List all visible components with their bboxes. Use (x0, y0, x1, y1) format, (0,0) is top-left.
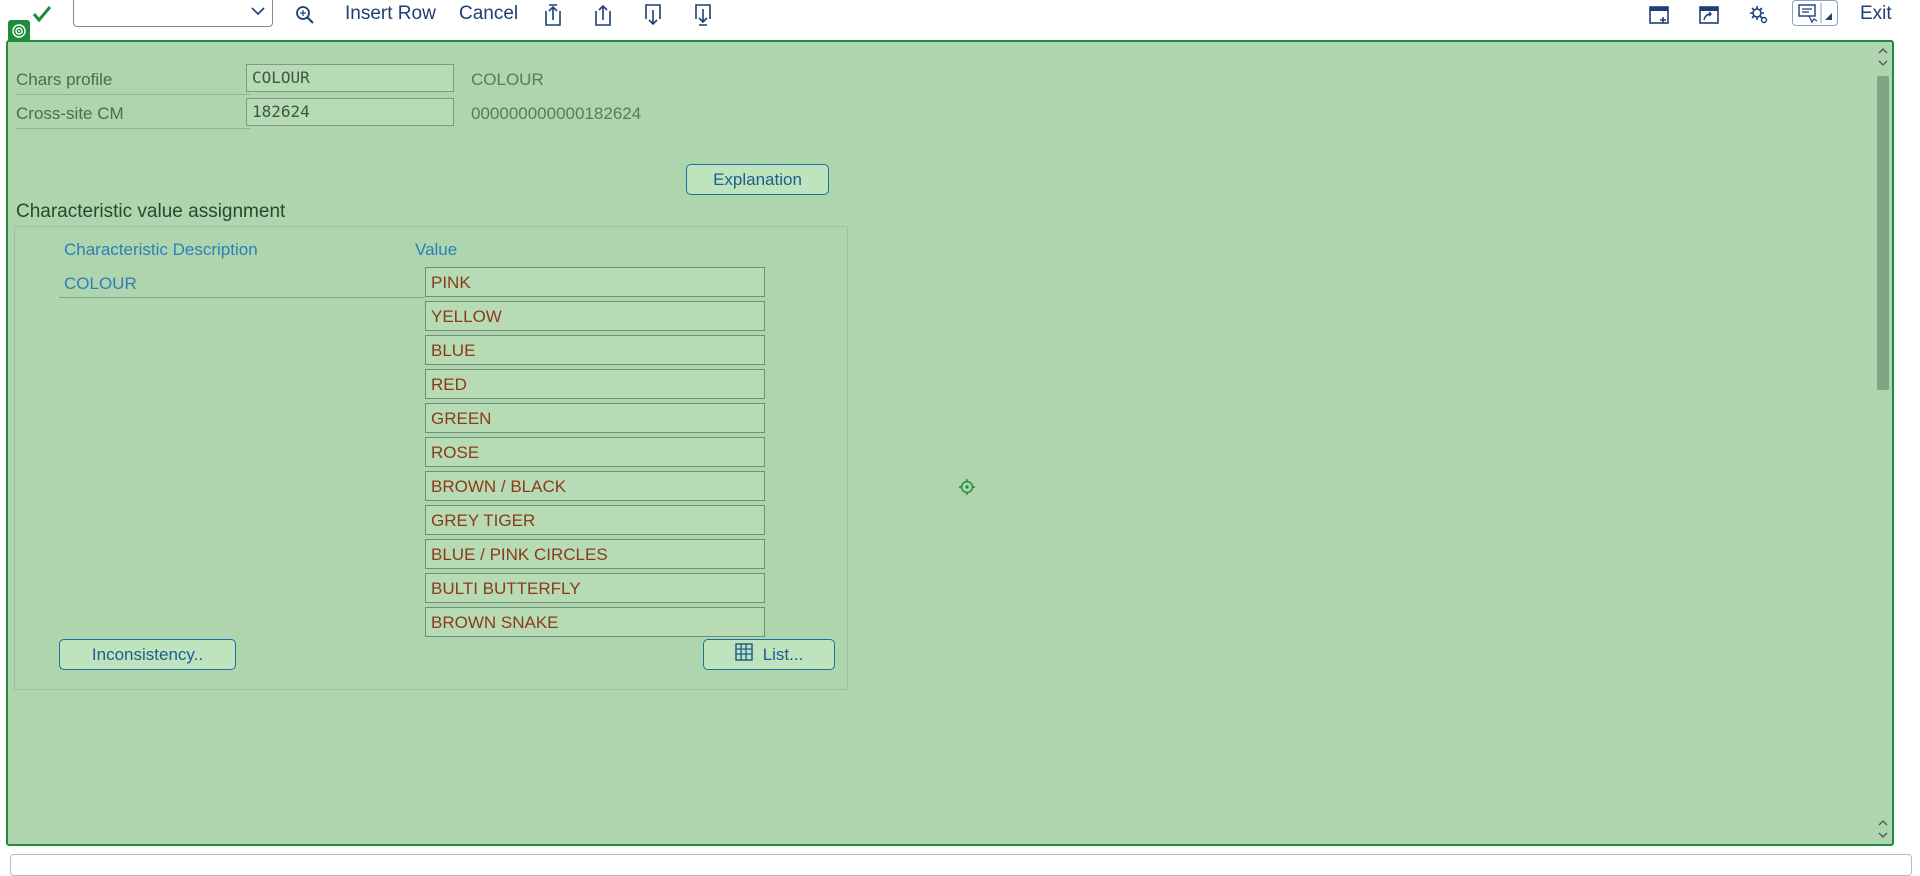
value-field[interactable]: PINK (425, 267, 765, 297)
scroll-up-icon[interactable] (1877, 46, 1889, 69)
column-header-description[interactable]: Characteristic Description (64, 240, 258, 260)
explanation-button-label: Explanation (713, 169, 802, 189)
value-field[interactable]: BULTI BUTTERFLY (425, 573, 765, 603)
previous-page-icon[interactable] (592, 2, 616, 28)
characteristic-name[interactable]: COLOUR (64, 274, 137, 294)
column-header-value[interactable]: Value (415, 240, 457, 260)
chars-profile-label: Chars profile (16, 70, 113, 89)
settings-icon[interactable] (1747, 3, 1771, 27)
value-field[interactable]: RED (425, 369, 765, 399)
chars-profile-description: COLOUR (471, 70, 544, 89)
divider (59, 297, 425, 298)
next-page-icon[interactable] (642, 2, 666, 28)
target-icon[interactable] (8, 20, 30, 42)
scrollbar-thumb[interactable] (1877, 76, 1889, 390)
first-page-icon[interactable] (542, 2, 566, 28)
divider (16, 128, 250, 129)
chevron-down-icon[interactable] (250, 4, 266, 23)
application-toolbar: Insert Row Cancel Exit (0, 0, 1920, 40)
new-window-icon[interactable] (1647, 3, 1671, 27)
scroll-down-icon[interactable] (1877, 820, 1889, 843)
value-field[interactable]: ROSE (425, 437, 765, 467)
last-page-icon[interactable] (692, 2, 716, 28)
search-icon[interactable] (293, 3, 317, 27)
chars-profile-field[interactable]: COLOUR (246, 64, 454, 92)
cross-site-cm-description: 000000000000182624 (471, 104, 642, 123)
value-field[interactable]: GREEN (425, 403, 765, 433)
shortcut-icon[interactable] (1697, 3, 1721, 27)
list-button-label: List... (762, 644, 804, 664)
exit-button[interactable]: Exit (1860, 3, 1892, 25)
cross-site-cm-field[interactable]: 182624 (246, 98, 454, 126)
customize-layout-icon[interactable] (1792, 0, 1838, 26)
table-icon (734, 643, 753, 666)
value-field[interactable]: BROWN / BLACK (425, 471, 765, 501)
cancel-button[interactable]: Cancel (459, 3, 518, 25)
list-button[interactable]: List... (703, 639, 835, 670)
divider (16, 94, 250, 95)
insert-row-button[interactable]: Insert Row (345, 3, 436, 25)
value-field[interactable]: BLUE (425, 335, 765, 365)
vertical-scrollbar[interactable] (1874, 42, 1892, 844)
main-panel: Chars profile COLOUR COLOUR Cross-site C… (6, 20, 1894, 846)
value-field[interactable]: YELLOW (425, 301, 765, 331)
value-field[interactable]: GREY TIGER (425, 505, 765, 535)
value-field[interactable]: BLUE / PINK CIRCLES (425, 539, 765, 569)
section-title: Characteristic value assignment (16, 201, 286, 222)
crosshair-icon (959, 479, 975, 500)
characteristic-table: Characteristic Description Value COLOUR … (14, 226, 848, 690)
inconsistency-button-label: Inconsistency.. (91, 644, 204, 664)
command-field[interactable] (73, 0, 273, 27)
check-icon[interactable] (30, 3, 54, 25)
status-bar (10, 854, 1912, 876)
cross-site-cm-label: Cross-site CM (16, 104, 124, 123)
explanation-button[interactable]: Explanation (686, 164, 829, 195)
inconsistency-button[interactable]: Inconsistency.. (59, 639, 236, 670)
value-field[interactable]: BROWN SNAKE (425, 607, 765, 637)
